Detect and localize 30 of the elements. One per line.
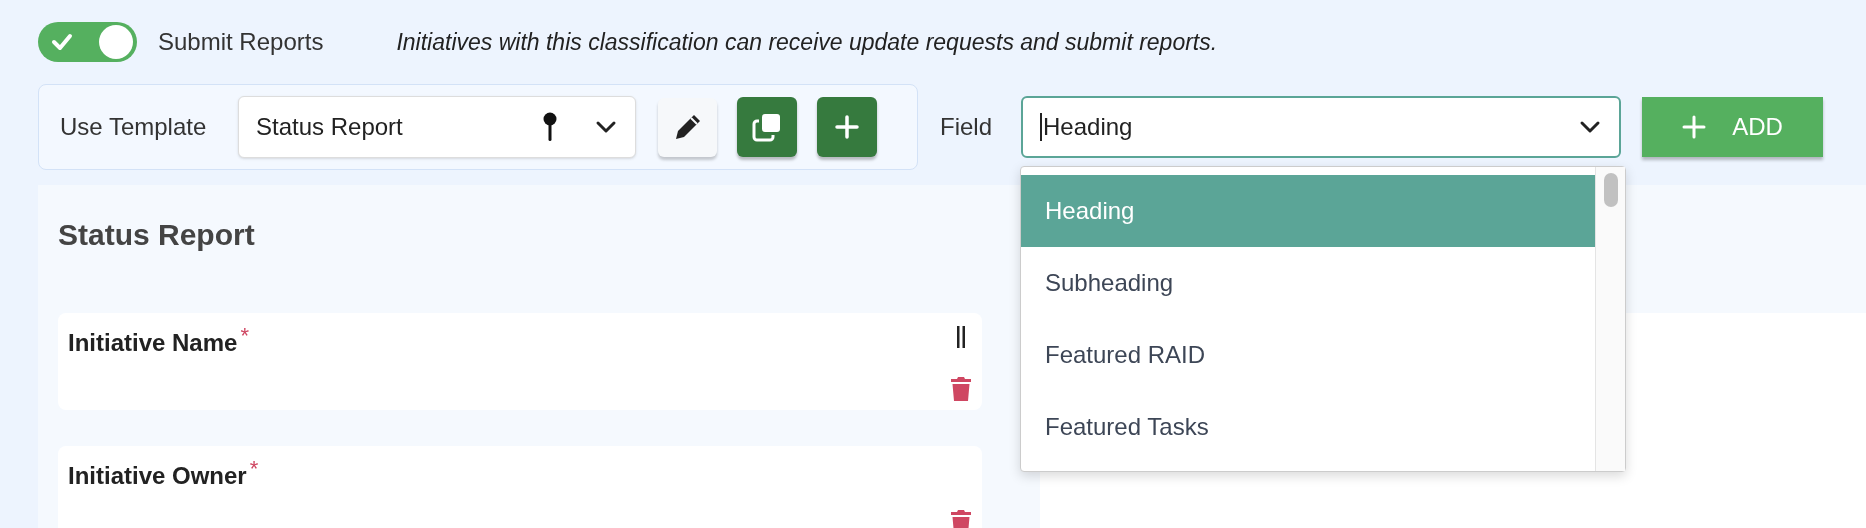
field-select[interactable]: Heading [1021, 96, 1621, 158]
required-mark: * [249, 455, 259, 483]
duplicate-button[interactable] [737, 97, 797, 157]
check-icon [51, 33, 73, 51]
pin-icon [543, 112, 557, 142]
description-text: Initiatives with this classification can receive update requests and submit reports. [396, 27, 1218, 57]
scrollbar[interactable] [1595, 167, 1625, 471]
pencil-icon [673, 113, 702, 141]
toggle-switch[interactable] [38, 22, 137, 62]
field-label: Field [940, 112, 994, 142]
dropdown-option[interactable]: Featured Tasks [1021, 391, 1595, 463]
trash-icon[interactable] [950, 509, 972, 528]
template-select[interactable]: Status Report [238, 96, 636, 158]
plus-icon [835, 115, 859, 139]
toggle-label: Submit Reports [158, 27, 324, 57]
trash-icon[interactable] [950, 376, 972, 402]
edit-button[interactable] [658, 97, 717, 157]
copy-icon [752, 112, 782, 142]
card-label: Initiative Owner [68, 461, 247, 488]
section-title: Status Report [58, 217, 256, 253]
drag-handle-icon[interactable] [956, 325, 966, 349]
template-label: Use Template [60, 112, 208, 142]
chevron-down-icon [1579, 120, 1601, 134]
plus-icon [1682, 115, 1707, 139]
chevron-down-icon [595, 120, 617, 134]
card-label: Initiative Name [68, 328, 238, 355]
required-mark: * [240, 322, 249, 350]
new-template-button[interactable] [817, 97, 877, 157]
dropdown-option[interactable]: Featured RAID [1021, 319, 1595, 391]
dropdown-option[interactable]: Subheading [1021, 247, 1595, 319]
